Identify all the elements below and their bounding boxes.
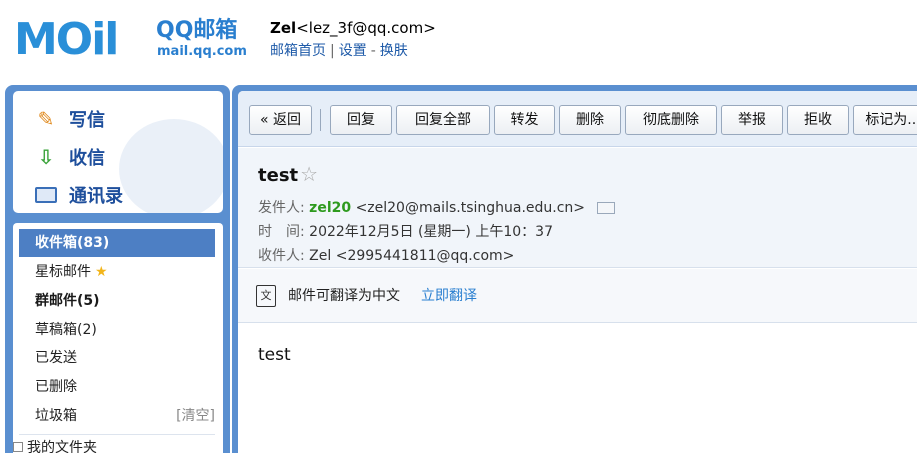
folder-starred-label: 星标邮件	[35, 264, 91, 280]
translate-icon: 文	[256, 285, 276, 307]
folder-spam-label: 垃圾箱	[35, 408, 77, 424]
receive-mail-button[interactable]: ⇩ 收信	[33, 141, 105, 173]
mail-toolbar: « 返回 回复 回复全部 转发 删除 彻底删除 举报 拒收 标记为...	[238, 91, 917, 147]
pencil-icon: ✎	[37, 107, 55, 131]
star-icon: ★	[95, 264, 108, 280]
from-label: 发件人:	[258, 200, 305, 216]
message-body: test	[258, 345, 291, 365]
logo-moil-text: MOil	[14, 14, 119, 65]
compose-button[interactable]: ✎ 写信	[33, 103, 105, 135]
receive-label: 收信	[69, 148, 105, 169]
logo-domain: mail.qq.com	[157, 44, 247, 59]
contact-card-icon	[33, 184, 59, 206]
sender-name[interactable]: zel20	[309, 200, 351, 216]
report-spam-button[interactable]: 举报	[721, 105, 783, 135]
time-label: 时 间:	[258, 224, 305, 240]
reply-button[interactable]: 回复	[330, 105, 392, 135]
subject-text: test	[258, 165, 299, 186]
header-links: 邮箱首页 | 设置 - 换肤	[270, 41, 408, 61]
header: MOil QQ邮箱 mail.qq.com Zel<lez_3f@qq.com>…	[0, 0, 917, 82]
back-button[interactable]: « 返回	[249, 105, 312, 135]
message-header: test ☆ 发件人: zel20 <zel20@mails.tsinghua.e…	[238, 148, 917, 268]
subject-line: test ☆	[258, 162, 318, 188]
clear-spam-link[interactable]: [清空]	[176, 402, 215, 430]
logo-product-name: QQ邮箱	[156, 18, 238, 43]
download-icon: ⇩	[37, 145, 55, 169]
folder-inbox[interactable]: 收件箱(83)	[19, 229, 215, 257]
folder-drafts[interactable]: 草稿箱(2)	[19, 316, 215, 344]
mail-view-panel: « 返回 回复 回复全部 转发 删除 彻底删除 举报 拒收 标记为... tes…	[232, 85, 917, 453]
time-value: 2022年12月5日 (星期一) 上午10：37	[309, 224, 553, 240]
folder-starred[interactable]: 星标邮件 ★	[19, 258, 215, 286]
to-label: 收件人:	[258, 248, 305, 264]
user-name: Zel	[270, 19, 297, 37]
delete-forever-button[interactable]: 彻底删除	[625, 105, 717, 135]
user-info: Zel<lez_3f@qq.com>	[270, 18, 436, 38]
link-separator: -	[370, 43, 376, 59]
user-email: <lez_3f@qq.com>	[296, 19, 436, 37]
mark-as-button[interactable]: 标记为...	[853, 105, 917, 135]
my-folders-toggle[interactable]: 我的文件夹	[13, 439, 97, 453]
quick-actions: ✎ 写信 ⇩ 收信 通讯录	[13, 91, 223, 213]
translate-now-link[interactable]: 立即翻译	[421, 285, 477, 307]
reject-button[interactable]: 拒收	[787, 105, 849, 135]
folder-spam[interactable]: 垃圾箱 [清空]	[19, 402, 215, 430]
penguin-watermark	[119, 119, 223, 213]
delete-button[interactable]: 删除	[559, 105, 621, 135]
time-row: 时 间: 2022年12月5日 (星期一) 上午10：37	[258, 222, 553, 242]
compose-label: 写信	[69, 110, 105, 131]
folder-divider	[19, 434, 215, 435]
contacts-button[interactable]: 通讯录	[33, 179, 123, 211]
contacts-label: 通讯录	[69, 186, 123, 207]
to-row: 收件人: Zel <2995441811@qq.com>	[258, 246, 514, 266]
from-row: 发件人: zel20 <zel20@mails.tsinghua.edu.cn>	[258, 198, 616, 218]
forward-button[interactable]: 转发	[494, 105, 555, 135]
star-outline-icon[interactable]: ☆	[300, 162, 318, 186]
translate-bar: 文 邮件可翻译为中文 立即翻译	[238, 269, 917, 323]
folder-list: 收件箱(83) 星标邮件 ★ 群邮件(5) 草稿箱(2) 已发送 已删除 垃圾箱 …	[13, 223, 223, 453]
link-separator: |	[330, 43, 335, 59]
sidebar: ✎ 写信 ⇩ 收信 通讯录 收件箱(83) 星标邮件 ★ 群邮件(5) 草稿箱(2…	[5, 85, 230, 453]
expand-icon	[13, 442, 23, 452]
change-skin-link[interactable]: 换肤	[380, 43, 408, 59]
mail-view: « 返回 回复 回复全部 转发 删除 彻底删除 举报 拒收 标记为... tes…	[238, 91, 917, 453]
recipient[interactable]: Zel <2995441811@qq.com>	[309, 248, 514, 264]
reply-all-button[interactable]: 回复全部	[396, 105, 490, 135]
toolbar-separator	[320, 109, 321, 131]
folder-deleted[interactable]: 已删除	[19, 373, 215, 401]
contact-card-icon[interactable]	[597, 202, 616, 214]
mailbox-home-link[interactable]: 邮箱首页	[270, 43, 326, 59]
translate-text: 邮件可翻译为中文	[288, 288, 400, 304]
sender-email[interactable]: <zel20@mails.tsinghua.edu.cn>	[356, 200, 585, 216]
settings-link[interactable]: 设置	[339, 43, 367, 59]
folder-sent[interactable]: 已发送	[19, 344, 215, 372]
folder-group-mail[interactable]: 群邮件(5)	[19, 287, 215, 315]
my-folders-label: 我的文件夹	[27, 440, 97, 453]
qq-mail-logo[interactable]: MOil QQ邮箱 mail.qq.com	[14, 14, 247, 66]
